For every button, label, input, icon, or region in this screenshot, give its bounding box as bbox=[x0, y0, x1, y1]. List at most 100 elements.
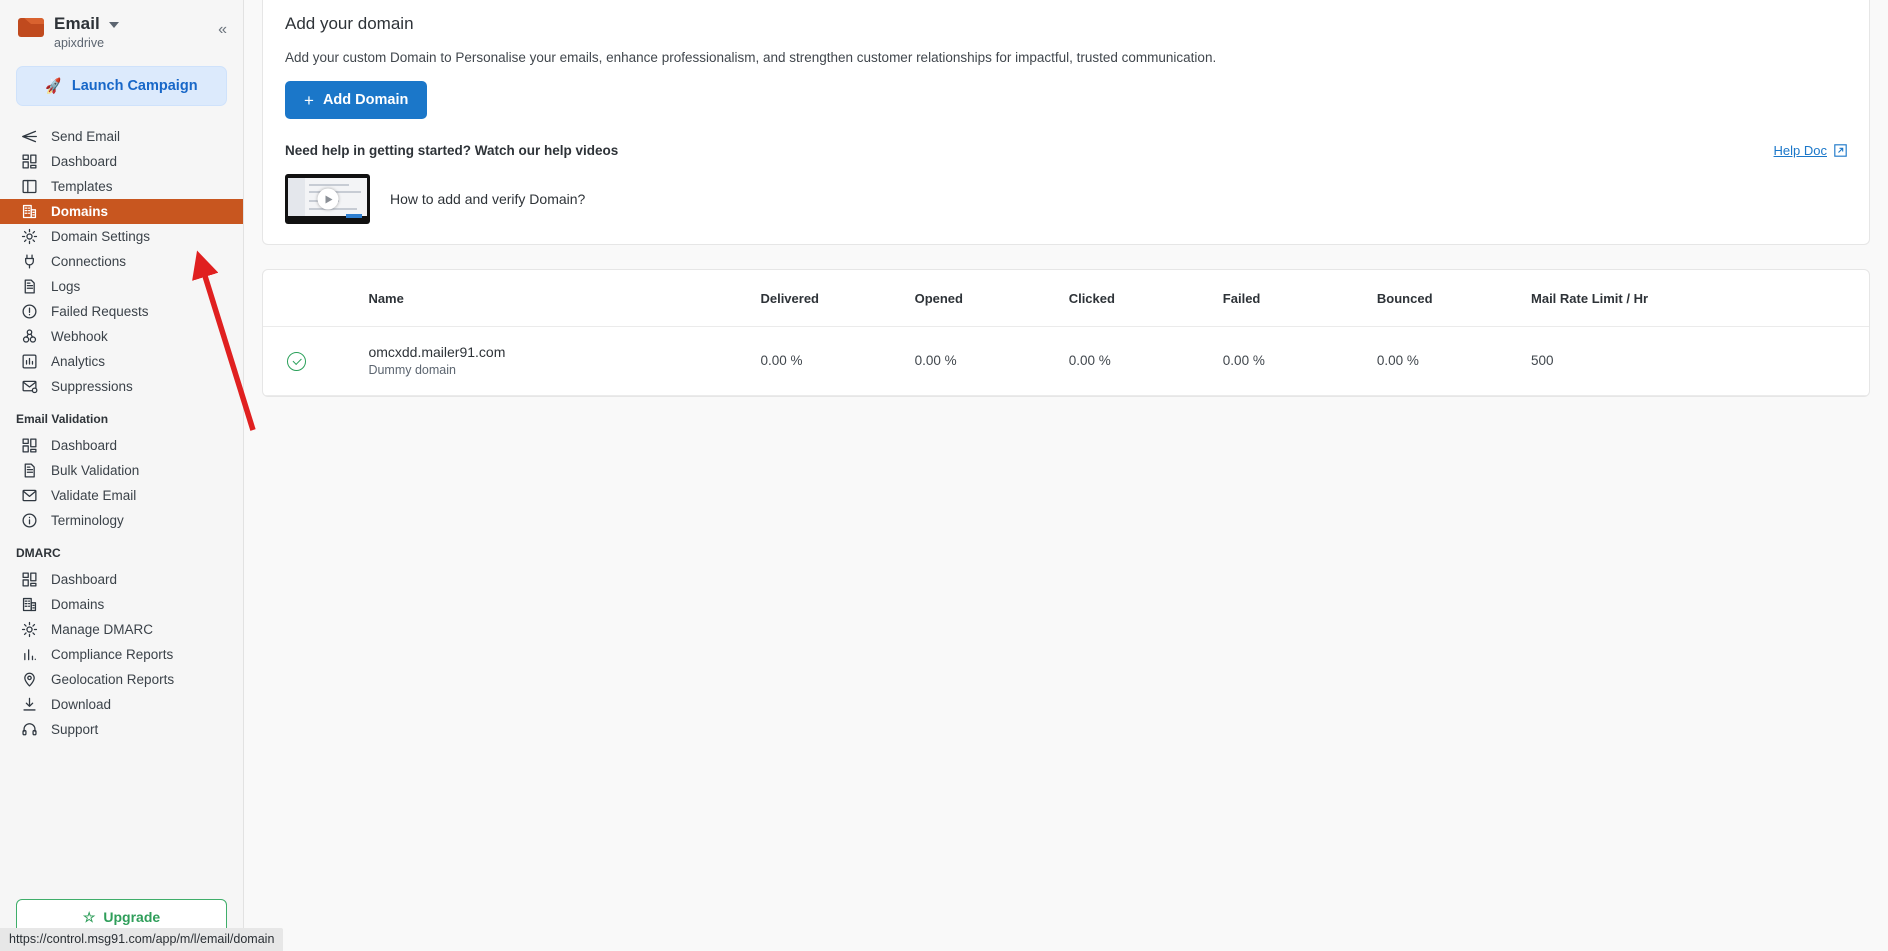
sidebar-item-dashboard[interactable]: Dashboard bbox=[0, 149, 243, 174]
help-row: Need help in getting started? Watch our … bbox=[285, 143, 1847, 158]
play-icon[interactable] bbox=[317, 188, 338, 210]
th-opened: Opened bbox=[914, 270, 1069, 327]
check-circle-icon bbox=[287, 351, 306, 371]
dashboard-grid-icon bbox=[22, 154, 37, 169]
sidebar-item-failed-requests[interactable]: Failed Requests bbox=[0, 299, 243, 324]
chart-square-icon bbox=[21, 353, 38, 370]
sidebar-item-domains[interactable]: Domains bbox=[0, 592, 243, 617]
thumbnail-line bbox=[309, 208, 357, 210]
sidebar-item-label: Download bbox=[51, 697, 112, 712]
sidebar-item-webhook[interactable]: Webhook bbox=[0, 324, 243, 349]
info-circle-icon bbox=[22, 513, 37, 528]
sidebar-item-send-email[interactable]: Send Email bbox=[0, 124, 243, 149]
sidebar-item-label: Logs bbox=[51, 279, 81, 294]
envelope-icon bbox=[18, 18, 44, 37]
sidebar-item-label: Dashboard bbox=[51, 572, 118, 587]
sidebar-item-label: Failed Requests bbox=[51, 304, 149, 319]
help-doc-label: Help Doc bbox=[1773, 143, 1827, 158]
template-icon bbox=[22, 179, 37, 194]
sidebar-item-suppressions[interactable]: Suppressions bbox=[0, 374, 243, 399]
upgrade-label: Upgrade bbox=[103, 909, 161, 925]
thumbnail-line bbox=[309, 184, 349, 186]
envelope-icon bbox=[21, 487, 38, 504]
video-thumbnail[interactable] bbox=[285, 174, 370, 224]
sidebar-item-label: Validate Email bbox=[51, 488, 137, 503]
help-doc-link[interactable]: Help Doc bbox=[1774, 143, 1847, 158]
webhook-icon bbox=[22, 329, 37, 343]
bar-chart-icon bbox=[24, 649, 36, 661]
sidebar-item-label: Dashboard bbox=[51, 438, 118, 453]
table-row[interactable]: omcxdd.mailer91.com Dummy domain 0.00 % 0.0… bbox=[263, 326, 1869, 396]
sidebar-item-label: Domains bbox=[51, 597, 105, 612]
sidebar-item-templates[interactable]: Templates bbox=[0, 174, 243, 199]
th-failed: Failed bbox=[1222, 270, 1377, 327]
collapse-sidebar-icon[interactable]: « bbox=[218, 22, 227, 38]
th-bounced: Bounced bbox=[1376, 270, 1532, 327]
sidebar-item-download[interactable]: Download bbox=[0, 692, 243, 717]
dashboard-grid-icon bbox=[22, 438, 37, 453]
sidebar-item-support[interactable]: Support bbox=[0, 717, 243, 742]
sidebar-item-label: Send Email bbox=[51, 129, 121, 144]
envelope-icon bbox=[22, 489, 37, 502]
th-name: Name bbox=[368, 270, 761, 327]
template-icon bbox=[21, 178, 38, 195]
sidebar-item-domain-settings[interactable]: Domain Settings bbox=[0, 224, 243, 249]
sidebar-item-domains[interactable]: Domains bbox=[0, 199, 243, 224]
building-icon bbox=[22, 597, 37, 612]
add-domain-label: Add Domain bbox=[322, 92, 409, 108]
table-body: omcxdd.mailer91.com Dummy domain 0.00 % 0.0… bbox=[263, 326, 1869, 396]
bar-chart-icon bbox=[21, 646, 38, 663]
sidebar-item-dashboard[interactable]: Dashboard bbox=[0, 433, 243, 458]
brand-header[interactable]: Email apixdrive « bbox=[0, 0, 243, 58]
sidebar-item-geolocation-reports[interactable]: Geolocation Reports bbox=[0, 667, 243, 692]
sidebar-item-bulk-validation[interactable]: Bulk Validation bbox=[0, 458, 243, 483]
building-icon bbox=[21, 596, 38, 613]
app-root: Email apixdrive « 🚀 Launch Campaign Send… bbox=[0, 0, 1888, 951]
star-icon: ☆ bbox=[82, 908, 96, 925]
cell-status bbox=[263, 326, 369, 396]
th-mail-rate-limit: Mail Rate Limit / Hr bbox=[1531, 270, 1869, 327]
sidebar-item-validate-email[interactable]: Validate Email bbox=[0, 483, 243, 508]
chart-square-icon bbox=[22, 354, 37, 369]
mail-block-icon bbox=[22, 380, 38, 394]
page-title: Add your domain bbox=[285, 14, 414, 33]
document-icon bbox=[24, 463, 35, 478]
brand-title-line: Email bbox=[54, 14, 119, 34]
document-icon bbox=[21, 278, 38, 295]
gear-icon bbox=[21, 621, 38, 638]
launch-campaign-button[interactable]: 🚀 Launch Campaign bbox=[16, 66, 227, 106]
map-pin-icon bbox=[21, 671, 38, 688]
sidebar-item-dashboard[interactable]: Dashboard bbox=[0, 567, 243, 592]
cell-mail-rate-limit: 500 bbox=[1531, 326, 1869, 396]
dashboard-grid-icon bbox=[21, 153, 38, 170]
cell-bounced: 0.00 % bbox=[1376, 326, 1532, 396]
sidebar-item-terminology[interactable]: Terminology bbox=[0, 508, 243, 533]
download-icon bbox=[23, 697, 36, 711]
sidebar-item-label: Support bbox=[51, 722, 99, 737]
th-clicked: Clicked bbox=[1068, 270, 1223, 327]
chevron-down-icon[interactable] bbox=[108, 22, 119, 28]
sidebar-item-compliance-reports[interactable]: Compliance Reports bbox=[0, 642, 243, 667]
sidebar-item-label: Terminology bbox=[51, 513, 124, 528]
cell-delivered: 0.00 % bbox=[760, 326, 915, 396]
sidebar-item-manage-dmarc[interactable]: Manage DMARC bbox=[0, 617, 243, 642]
sidebar-item-label: Suppressions bbox=[51, 379, 133, 394]
add-domain-button[interactable]: + Add Domain bbox=[285, 81, 428, 119]
sidebar-item-label: Compliance Reports bbox=[51, 647, 174, 662]
sidebar-item-logs[interactable]: Logs bbox=[0, 274, 243, 299]
add-domain-card: Add your domain Add your custom Domain t… bbox=[262, 0, 1870, 245]
help-question: Need help in getting started? Watch our … bbox=[285, 143, 619, 158]
sidebar-item-analytics[interactable]: Analytics bbox=[0, 349, 243, 374]
sidebar-nav: Send Email Dashboard Templates Domains Domai… bbox=[0, 116, 243, 889]
sidebar-item-connections[interactable]: Connections bbox=[0, 249, 243, 274]
th-status bbox=[263, 270, 369, 327]
nav-group-dmarc: DMARC bbox=[16, 546, 61, 560]
brand-subtitle: apixdrive bbox=[54, 36, 105, 50]
brand-texts: Email apixdrive bbox=[54, 14, 119, 50]
cell-opened: 0.00 % bbox=[914, 326, 1069, 396]
building-icon bbox=[21, 203, 38, 220]
thumbnail-accent bbox=[346, 214, 362, 218]
launch-campaign-wrap: 🚀 Launch Campaign bbox=[0, 58, 243, 116]
sidebar-item-label: Domain Settings bbox=[51, 229, 151, 244]
sidebar-item-label: Domains bbox=[51, 204, 109, 219]
